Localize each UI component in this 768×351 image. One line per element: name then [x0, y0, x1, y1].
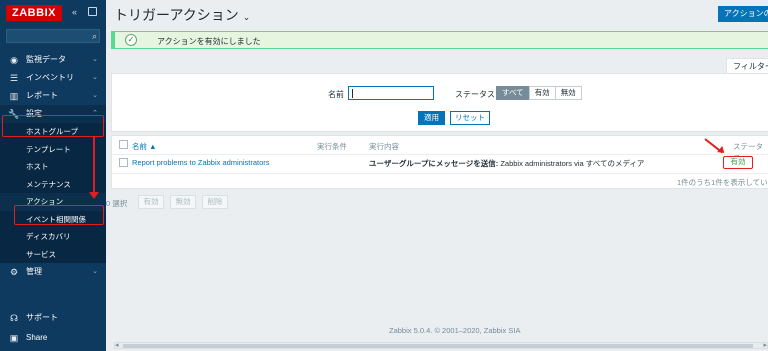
nav-item-label: インベントリ — [26, 73, 74, 82]
submenu-templates[interactable]: テンプレート — [0, 141, 106, 159]
chevron-down-icon: ⌄ — [92, 56, 98, 63]
nav-item-label: レポート — [26, 91, 58, 100]
sidebar-search-input[interactable]: ⌕ — [6, 29, 100, 43]
search-icon[interactable]: ⌕ — [92, 31, 97, 42]
chevron-down-icon[interactable]: ⌄ — [243, 12, 251, 22]
zabbix-logo[interactable]: ZABBIX — [6, 5, 62, 21]
submenu-hosts[interactable]: ホスト — [0, 158, 106, 176]
submenu-maintenance[interactable]: メンテナンス — [0, 176, 106, 194]
eye-icon: ◉ — [10, 55, 18, 65]
nav-item-label: 監視データ — [26, 55, 66, 64]
chevron-down-icon: ⌄ — [92, 74, 98, 81]
operation-bold: ユーザーグループにメッセージを送信: — [369, 159, 499, 168]
collapse-sidebar-icon[interactable]: « — [72, 7, 77, 17]
scroll-right-icon[interactable]: ▸ — [763, 341, 767, 349]
nav-item-label: 管理 — [26, 267, 42, 276]
main-nav: ◉ 監視データ ⌄ ☰ インベントリ ⌄ ▥ レポート ⌄ 🔧 設定 ⌃ ホスト… — [0, 51, 106, 281]
mass-disable-button[interactable]: 無効 — [170, 195, 196, 209]
nav-item-label: 設定 — [26, 109, 42, 118]
page-title[interactable]: トリガーアクション ⌄ — [114, 5, 250, 25]
footer-copyright: Zabbix 5.0.4. © 2001–2020, Zabbix SIA — [389, 326, 521, 335]
row-divider — [112, 154, 768, 155]
success-message-text: アクションを有効にしました — [157, 37, 261, 46]
submenu-host-groups[interactable]: ホストグループ — [0, 123, 106, 141]
wrench-icon: 🔧 — [8, 109, 20, 119]
nav-item-reports[interactable]: ▥ レポート ⌄ — [0, 87, 106, 105]
nav-item-share[interactable]: ▣ Share — [0, 328, 106, 348]
scrollbar-thumb[interactable] — [123, 344, 753, 348]
nav-item-label: Share — [26, 333, 48, 342]
text-caret — [352, 89, 353, 98]
main-content: トリガーアクション ⌄ アクションの作成 ✓ アクションを有効にしました フィルタ… — [106, 0, 768, 351]
tab-filter[interactable]: フィルター — [726, 58, 768, 74]
submenu-event-correlation[interactable]: イベント相関関係 — [0, 211, 106, 229]
annotation-arrow-head — [89, 192, 99, 199]
filter-name-label: 名前 — [328, 90, 344, 99]
apply-button[interactable]: 適用 — [418, 111, 445, 125]
chevron-down-icon: ⌄ — [92, 92, 98, 99]
nav-item-label: サポート — [26, 313, 58, 322]
chart-icon: ▥ — [9, 91, 19, 101]
nav-item-inventory[interactable]: ☰ インベントリ ⌄ — [0, 69, 106, 87]
annotation-arrow-line — [93, 136, 95, 194]
scroll-left-icon[interactable]: ◂ — [115, 341, 119, 349]
nav-item-support[interactable]: ☊ サポート — [0, 308, 106, 328]
chevron-up-icon: ⌃ — [92, 110, 98, 117]
submenu-discovery[interactable]: ディスカバリ — [0, 228, 106, 246]
sidebar: ZABBIX « ⌕ ◉ 監視データ ⌄ ☰ インベントリ ⌄ ▥ レポート ⌄… — [0, 0, 106, 351]
row-checkbox[interactable] — [119, 158, 128, 167]
column-header-conditions: 実行条件 — [317, 142, 347, 151]
success-message: ✓ アクションを有効にしました — [111, 31, 768, 49]
mass-enable-button[interactable]: 有効 — [138, 195, 164, 209]
status-enabled-link[interactable]: 有効 — [723, 156, 753, 169]
filter-panel: 名前 ステータス すべて 有効 無効 適用 リセット — [111, 73, 768, 132]
create-action-button[interactable]: アクションの作成 — [718, 6, 768, 22]
actions-table: 名前 ▲ 実行条件 実行内容 ステータス Report problems to … — [111, 135, 768, 189]
selected-count: 0 選択 — [106, 199, 128, 208]
status-option-all[interactable]: すべて — [496, 86, 530, 100]
horizontal-scrollbar[interactable]: ◂ ▸ — [114, 342, 768, 349]
list-icon: ☰ — [9, 73, 19, 83]
reset-button[interactable]: リセット — [450, 111, 490, 125]
status-option-disabled[interactable]: 無効 — [554, 86, 582, 100]
chevron-down-icon: ⌄ — [92, 268, 98, 275]
column-header-operations: 実行内容 — [369, 142, 399, 151]
paging-summary: 1件のうち1件を表示しています — [677, 178, 768, 187]
nav-item-monitoring[interactable]: ◉ 監視データ ⌄ — [0, 51, 106, 69]
filter-status-segmented: すべて 有効 無効 — [496, 86, 582, 100]
nav-item-administration[interactable]: ⚙ 管理 ⌄ — [0, 263, 106, 281]
headset-icon: ☊ — [10, 313, 18, 323]
select-all-checkbox[interactable] — [119, 140, 128, 149]
check-circle-icon[interactable]: ✓ — [125, 34, 137, 46]
sidebar-bottom: ☊ サポート ▣ Share — [0, 308, 106, 348]
status-option-enabled[interactable]: 有効 — [528, 86, 556, 100]
row-divider — [112, 173, 768, 174]
gear-icon: ⚙ — [9, 267, 19, 277]
submenu-services[interactable]: サービス — [0, 246, 106, 264]
operation-detail: Zabbix administrators via すべてのメディア — [498, 159, 645, 168]
share-icon: ▣ — [9, 333, 19, 343]
filter-name-input[interactable] — [348, 86, 434, 100]
filter-status-label: ステータス — [455, 90, 495, 99]
column-header-name[interactable]: 名前 ▲ — [132, 141, 157, 152]
kiosk-mode-icon[interactable] — [88, 7, 97, 16]
action-operation: ユーザーグループにメッセージを送信: Zabbix administrators… — [369, 158, 644, 169]
nav-item-configuration[interactable]: 🔧 設定 ⌃ — [0, 105, 106, 123]
logo-row: ZABBIX « — [0, 0, 106, 26]
mass-delete-button[interactable]: 削除 — [202, 195, 228, 209]
action-name-link[interactable]: Report problems to Zabbix administrators — [132, 158, 270, 167]
page-title-text: トリガーアクション — [114, 7, 239, 23]
